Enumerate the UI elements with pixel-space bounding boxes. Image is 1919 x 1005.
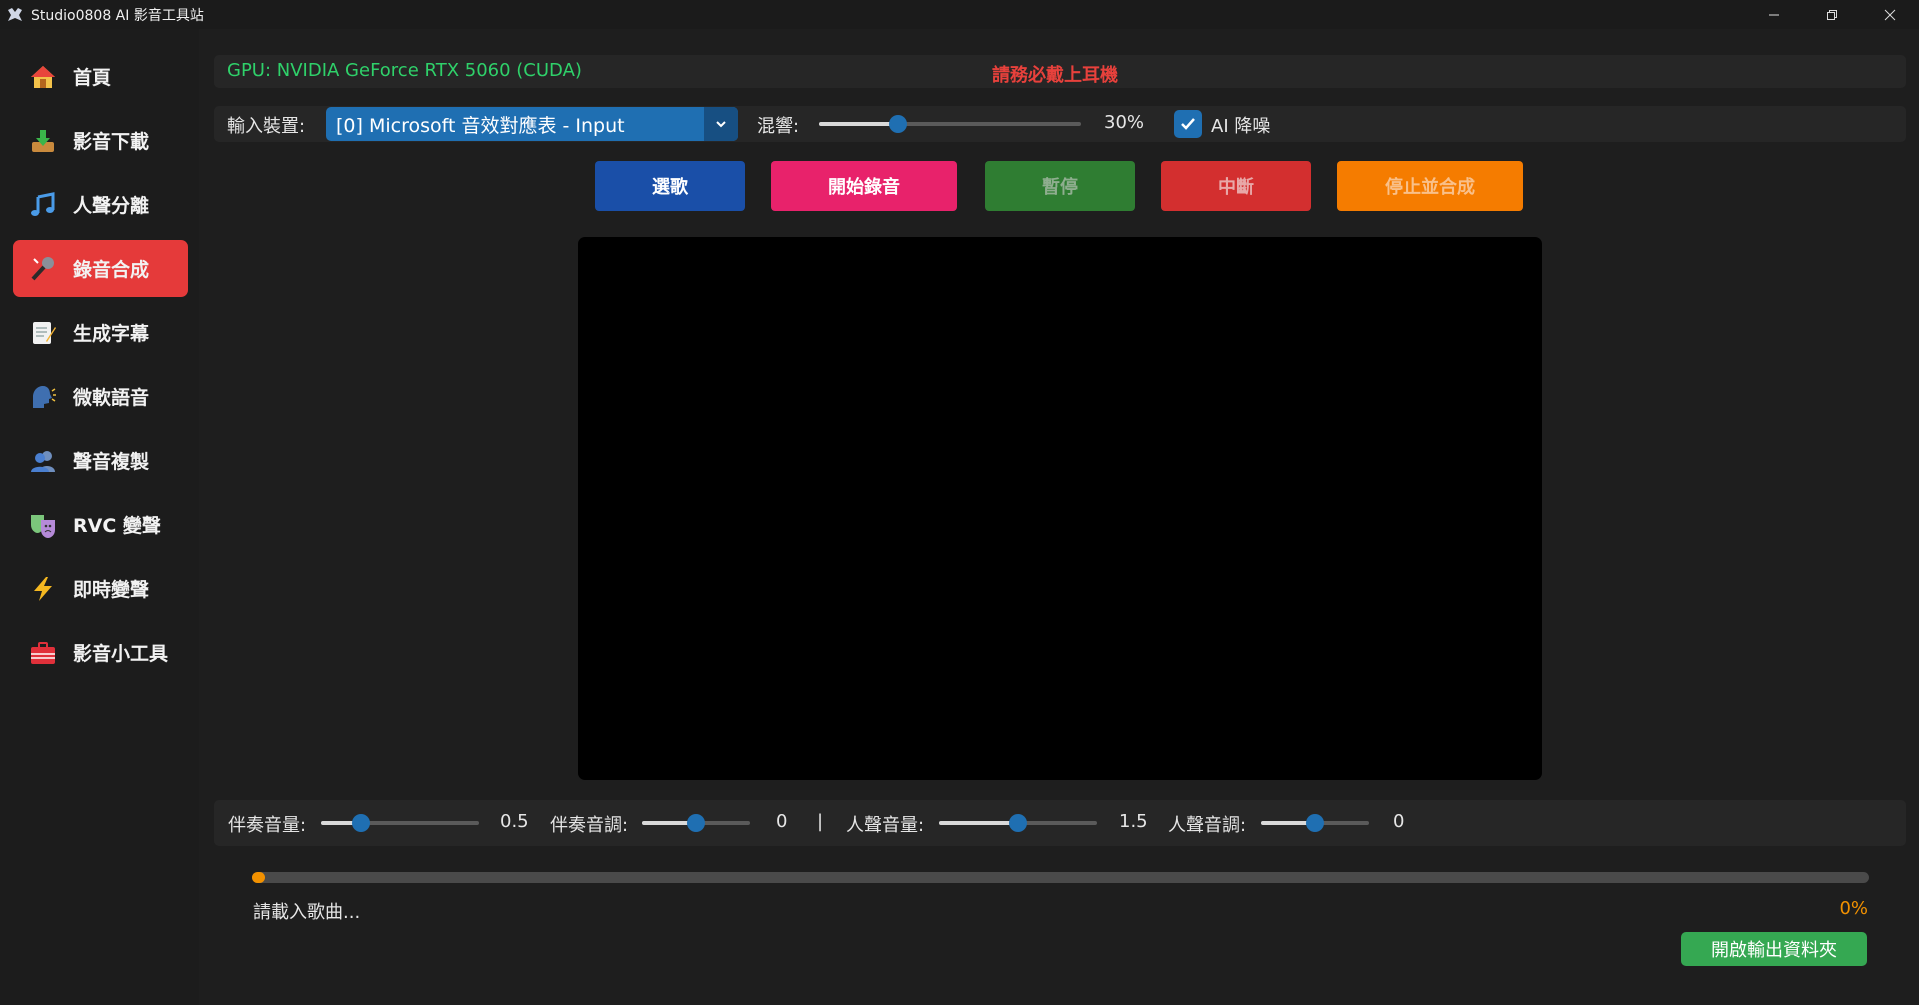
download-icon xyxy=(27,125,59,157)
sidebar-item-label: 首頁 xyxy=(73,67,112,89)
sidebar-item-label: RVC 變聲 xyxy=(73,515,161,537)
reverb-value: 30% xyxy=(1104,112,1145,133)
sidebar-item-tools[interactable]: 影音小工具 xyxy=(13,624,188,681)
window-title: Studio0808 AI 影音工具站 xyxy=(31,7,204,24)
slider-handle[interactable] xyxy=(1306,814,1324,832)
accomp-volume-slider[interactable] xyxy=(321,814,479,832)
theater-masks-icon xyxy=(27,509,59,541)
gpu-info-bar: GPU: NVIDIA GeForce RTX 5060 (CUDA) 請務必戴… xyxy=(214,55,1906,88)
sidebar-item-ms-tts[interactable]: 微軟語音 xyxy=(13,368,188,425)
denoise-label: AI 降噪 xyxy=(1211,116,1271,137)
start-record-button[interactable]: 開始錄音 xyxy=(771,161,957,211)
sidebar-item-label: 聲音複製 xyxy=(73,451,150,473)
slider-handle[interactable] xyxy=(687,814,705,832)
app-logo-icon xyxy=(5,5,25,25)
reverb-slider[interactable] xyxy=(819,115,1081,133)
progress-bar xyxy=(252,872,1869,883)
sidebar-item-download[interactable]: 影音下載 xyxy=(13,112,188,169)
sidebar-item-voice-clone[interactable]: 聲音複製 xyxy=(13,432,188,489)
sidebar-item-label: 錄音合成 xyxy=(73,259,150,281)
sidebar-item-label: 影音下載 xyxy=(73,131,150,153)
open-output-folder-button[interactable]: 開啟輸出資料夾 xyxy=(1681,932,1867,966)
sidebar-item-home[interactable]: 首頁 xyxy=(13,48,188,105)
pause-button[interactable]: 暫停 xyxy=(985,161,1135,211)
speaking-head-icon xyxy=(27,381,59,413)
vocal-volume-slider[interactable] xyxy=(939,814,1097,832)
progress-percent: 0% xyxy=(1839,898,1868,919)
slider-handle[interactable] xyxy=(888,115,907,133)
status-text: 請載入歌曲... xyxy=(253,902,361,923)
toolbox-icon xyxy=(27,637,59,669)
vocal-volume-label: 人聲音量: xyxy=(846,815,925,836)
gpu-status: GPU: NVIDIA GeForce RTX 5060 (CUDA) xyxy=(227,60,582,81)
accomp-pitch-label: 伴奏音調: xyxy=(550,815,629,836)
close-button[interactable] xyxy=(1861,0,1919,29)
sidebar-item-label: 即時變聲 xyxy=(73,579,150,601)
sidebar-item-subtitles[interactable]: 生成字幕 xyxy=(13,304,188,361)
separator: | xyxy=(817,811,824,832)
music-note-icon xyxy=(27,189,59,221)
sidebar-item-record-merge[interactable]: 錄音合成 xyxy=(13,240,188,297)
sidebar-item-label: 微軟語音 xyxy=(73,387,150,409)
home-icon xyxy=(27,61,59,93)
stop-merge-button[interactable]: 停止並合成 xyxy=(1337,161,1523,211)
denoise-checkbox[interactable] xyxy=(1174,110,1202,138)
restore-button[interactable] xyxy=(1803,0,1861,29)
accomp-volume-value: 0.5 xyxy=(500,811,529,832)
abort-button[interactable]: 中斷 xyxy=(1161,161,1311,211)
memo-icon xyxy=(27,317,59,349)
lightning-icon xyxy=(27,573,59,605)
slider-fill xyxy=(939,821,1018,825)
accomp-pitch-slider[interactable] xyxy=(642,814,750,832)
minimize-button[interactable] xyxy=(1745,0,1803,29)
sidebar-item-vocal-separation[interactable]: 人聲分離 xyxy=(13,176,188,233)
accomp-pitch-value: 0 xyxy=(776,811,788,832)
vocal-pitch-value: 0 xyxy=(1393,811,1405,832)
video-preview xyxy=(578,237,1542,780)
accomp-volume-label: 伴奏音量: xyxy=(228,815,307,836)
sidebar: 首頁 影音下載 人聲分離 錄音合成 生成字幕 微軟語音 聲音複製 RVC 變聲 … xyxy=(0,29,199,1005)
chevron-down-icon[interactable] xyxy=(704,107,738,141)
headphone-warning: 請務必戴上耳機 xyxy=(992,65,1118,86)
sidebar-item-realtime-voice[interactable]: 即時變聲 xyxy=(13,560,188,617)
mix-controls-bar: 伴奏音量: 0.5 伴奏音調: 0 | 人聲音量: 1.5 人聲音調: 0 xyxy=(214,800,1906,846)
slider-handle[interactable] xyxy=(1009,814,1027,832)
input-device-label: 輸入裝置: xyxy=(227,116,306,137)
sidebar-item-label: 人聲分離 xyxy=(73,195,150,217)
sidebar-item-rvc[interactable]: RVC 變聲 xyxy=(13,496,188,553)
reverb-label: 混響: xyxy=(757,116,800,137)
slider-handle[interactable] xyxy=(351,814,370,832)
microphone-icon xyxy=(27,253,59,285)
sidebar-item-label: 影音小工具 xyxy=(73,643,169,665)
select-song-button[interactable]: 選歌 xyxy=(595,161,745,211)
input-device-select[interactable]: [0] Microsoft 音效對應表 - Input xyxy=(326,107,738,141)
slider-fill xyxy=(819,122,898,126)
input-device-value: [0] Microsoft 音效對應表 - Input xyxy=(336,114,625,137)
checkmark-icon xyxy=(1181,118,1195,130)
title-bar: Studio0808 AI 影音工具站 xyxy=(0,0,1919,29)
sidebar-item-label: 生成字幕 xyxy=(73,323,150,345)
input-settings-bar: 輸入裝置: [0] Microsoft 音效對應表 - Input 混響: 30… xyxy=(214,106,1906,142)
vocal-volume-value: 1.5 xyxy=(1119,811,1148,832)
progress-indicator xyxy=(252,872,265,883)
vocal-pitch-label: 人聲音調: xyxy=(1168,815,1247,836)
people-icon xyxy=(27,445,59,477)
vocal-pitch-slider[interactable] xyxy=(1261,814,1369,832)
